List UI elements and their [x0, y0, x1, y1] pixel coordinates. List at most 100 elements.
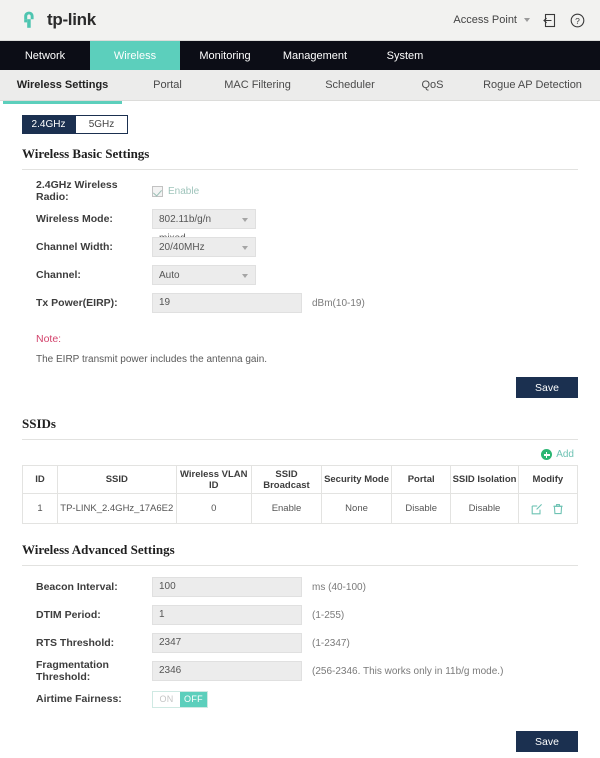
- label-airtime-fairness: Airtime Fairness:: [36, 693, 122, 705]
- label-beacon-interval: Beacon Interval:: [36, 581, 118, 593]
- nav-item-management[interactable]: Management: [270, 41, 360, 70]
- add-ssid-button[interactable]: Add: [541, 449, 574, 460]
- wireless-radio-checkbox[interactable]: Enable: [152, 185, 200, 197]
- input-beacon-interval[interactable]: 100: [152, 577, 302, 597]
- save-button-advanced-settings[interactable]: Save: [516, 731, 578, 752]
- subnav-item-mac-filtering-label: MAC Filtering: [224, 79, 291, 91]
- section-title-advanced-settings: Wireless Advanced Settings: [22, 542, 578, 566]
- mode-selector[interactable]: Access Point: [453, 14, 530, 26]
- checkbox-label-enable: Enable: [168, 185, 200, 197]
- band-tab-24ghz-label: 2.4GHz: [31, 119, 66, 130]
- save-button-basic-settings[interactable]: Save: [516, 377, 578, 398]
- select-channel[interactable]: Auto: [152, 265, 256, 285]
- label-wireless-radio: 2.4GHz Wireless Radio:: [36, 179, 118, 203]
- nav-item-monitoring-label: Monitoring: [199, 49, 251, 62]
- field-row-wireless-radio: 2.4GHz Wireless Radio: Enable: [36, 179, 578, 203]
- cell-vlan-id: 0: [176, 493, 252, 524]
- field-row-channel: Channel: Auto: [36, 265, 578, 285]
- subnav-item-scheduler[interactable]: Scheduler: [305, 70, 395, 100]
- top-header: tp-link Access Point ?: [0, 0, 600, 41]
- subnav-item-portal[interactable]: Portal: [125, 70, 210, 100]
- section-title-basic-settings: Wireless Basic Settings: [22, 146, 578, 170]
- label-rts-threshold: RTS Threshold:: [36, 637, 115, 649]
- subnav-item-scheduler-label: Scheduler: [325, 79, 375, 91]
- field-row-tx-power: Tx Power(EIRP): 19 dBm(10-19): [36, 293, 578, 313]
- cell-isolation: Disable: [450, 493, 519, 524]
- subnav-item-wireless-settings-label: Wireless Settings: [16, 79, 109, 91]
- tplink-logo-text: tp-link: [47, 10, 96, 29]
- input-fragmentation-threshold[interactable]: 2346: [152, 661, 302, 681]
- cell-id: 1: [22, 493, 59, 524]
- main-navigation: Network Wireless Monitoring Management S…: [0, 41, 600, 70]
- nav-item-network[interactable]: Network: [0, 41, 90, 70]
- chevron-down-icon: [242, 274, 248, 278]
- nav-item-system[interactable]: System: [360, 41, 450, 70]
- band-tab-24ghz[interactable]: 2.4GHz: [22, 115, 75, 134]
- table-row: 1 TP-LINK_2.4GHz_17A6E2 0 Enable None Di…: [22, 493, 578, 524]
- modify-actions: [520, 503, 576, 515]
- hint-beacon-interval: ms (40-100): [312, 581, 366, 593]
- column-header-portal: Portal: [391, 465, 452, 494]
- input-tx-power[interactable]: 19: [152, 293, 302, 313]
- label-wireless-mode: Wireless Mode:: [36, 213, 113, 225]
- note-title: Note:: [36, 333, 62, 345]
- label-dtim-period: DTIM Period:: [36, 609, 101, 621]
- page-content: 2.4GHz 5GHz Wireless Basic Settings 2.4G…: [0, 115, 600, 758]
- add-ssid-label: Add: [556, 449, 574, 460]
- subnav-item-wireless-settings[interactable]: Wireless Settings: [0, 70, 125, 104]
- nav-item-wireless-label: Wireless: [113, 49, 157, 62]
- subnav-item-portal-label: Portal: [153, 79, 182, 91]
- ssid-table: ID SSID Wireless VLAN ID SSID Broadcast …: [22, 465, 578, 524]
- nav-item-wireless[interactable]: Wireless: [90, 41, 180, 70]
- band-tab-5ghz-label: 5GHz: [88, 119, 115, 130]
- band-tab-5ghz[interactable]: 5GHz: [75, 115, 128, 134]
- nav-item-monitoring[interactable]: Monitoring: [180, 41, 270, 70]
- delete-icon[interactable]: [552, 503, 564, 515]
- cell-security-mode: None: [321, 493, 393, 524]
- column-header-ssid: SSID: [57, 465, 177, 494]
- select-channel-width[interactable]: 20/40MHz: [152, 237, 256, 257]
- logout-icon[interactable]: [541, 12, 558, 29]
- toggle-airtime-off-label: OFF: [180, 691, 207, 707]
- hint-rts-threshold: (1-2347): [312, 637, 350, 649]
- column-header-id: ID: [22, 465, 59, 494]
- column-header-broadcast: SSID Broadcast: [251, 465, 323, 494]
- chevron-down-icon: [242, 246, 248, 250]
- nav-item-management-label: Management: [282, 49, 348, 62]
- nav-item-system-label: System: [386, 49, 424, 62]
- edit-icon[interactable]: [531, 503, 543, 515]
- hint-tx-power: dBm(10-19): [312, 297, 365, 309]
- select-wireless-mode[interactable]: 802.11b/g/n mixed: [152, 209, 256, 244]
- input-rts-threshold[interactable]: 2347: [152, 633, 302, 653]
- basic-settings-form: 2.4GHz Wireless Radio: Enable Wireless M…: [22, 170, 578, 313]
- input-dtim-period[interactable]: 1: [152, 605, 302, 625]
- subnav-item-rogue-ap-detection[interactable]: Rogue AP Detection: [470, 70, 595, 100]
- section-title-ssids: SSIDs: [22, 416, 578, 440]
- field-row-dtim-period: DTIM Period: 1 (1-255): [36, 605, 578, 625]
- toggle-airtime-on-label: ON: [153, 691, 180, 707]
- column-header-modify: Modify: [518, 465, 578, 494]
- field-row-channel-width: Channel Width: 20/40MHz: [36, 237, 578, 257]
- subnav-item-qos-label: QoS: [421, 79, 444, 91]
- checkbox-icon: [152, 185, 163, 197]
- table-header-row: ID SSID Wireless VLAN ID SSID Broadcast …: [22, 465, 578, 494]
- column-header-isolation: SSID Isolation: [450, 465, 519, 494]
- cell-broadcast: Enable: [251, 493, 323, 524]
- toggle-airtime-fairness[interactable]: ON OFF: [152, 690, 208, 708]
- subnav-item-mac-filtering[interactable]: MAC Filtering: [210, 70, 305, 100]
- band-tab-group: 2.4GHz 5GHz: [22, 115, 578, 134]
- label-fragmentation-threshold: Fragmentation Threshold:: [36, 659, 109, 683]
- subnav-item-rogue-ap-label: Rogue AP Detection: [483, 79, 582, 91]
- field-row-airtime-fairness: Airtime Fairness: ON OFF: [36, 689, 578, 709]
- select-channel-value: Auto: [159, 270, 180, 281]
- cell-modify: [518, 493, 578, 524]
- subnav-item-qos[interactable]: QoS: [395, 70, 470, 100]
- add-row: Add: [22, 440, 578, 465]
- header-actions: Access Point ?: [453, 12, 586, 29]
- cell-ssid: TP-LINK_2.4GHz_17A6E2: [57, 493, 177, 524]
- note-block: Note: The EIRP transmit power includes t…: [22, 321, 578, 365]
- hint-fragmentation-threshold: (256-2346. This works only in 11b/g mode…: [312, 665, 504, 677]
- field-row-beacon-interval: Beacon Interval: 100 ms (40-100): [36, 577, 578, 597]
- help-icon[interactable]: ?: [569, 12, 586, 29]
- mode-selector-label: Access Point: [453, 14, 517, 26]
